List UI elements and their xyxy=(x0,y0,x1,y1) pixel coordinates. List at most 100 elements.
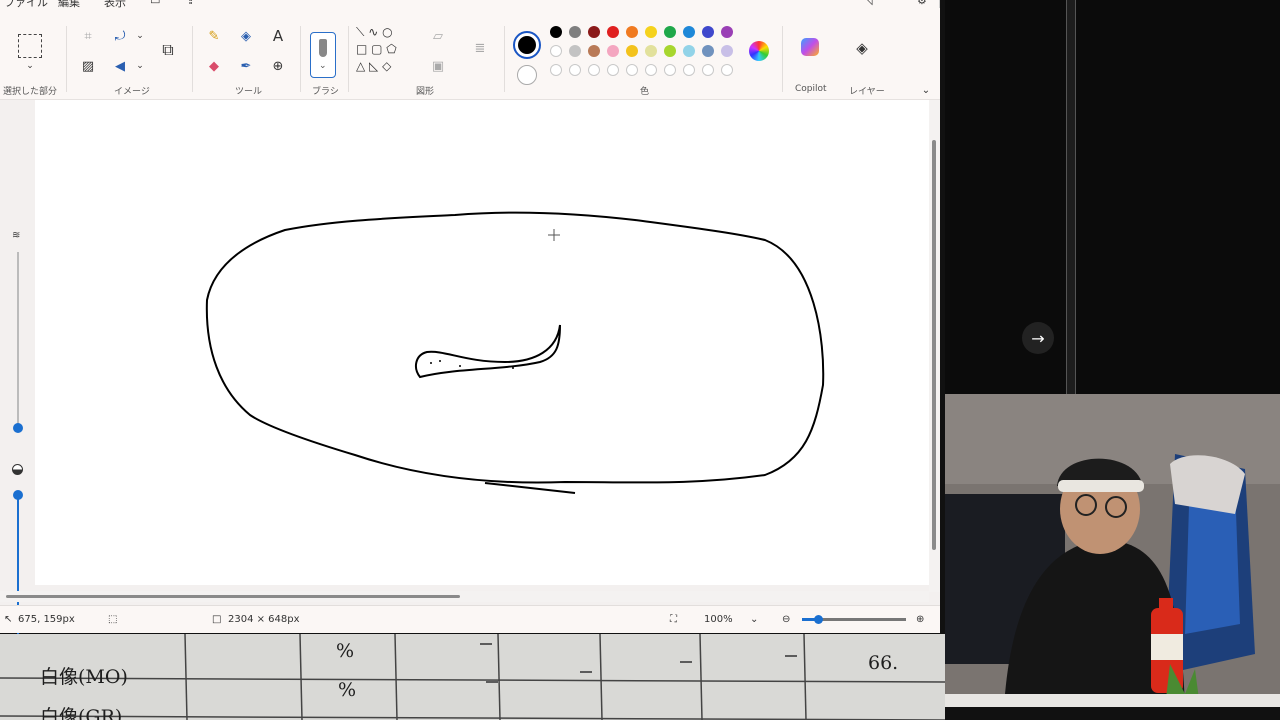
color-swatch[interactable] xyxy=(702,26,714,38)
edit-colors-icon[interactable] xyxy=(749,41,769,61)
color-swatch[interactable] xyxy=(607,26,619,38)
paper-row-label: 白像(MO) xyxy=(40,666,128,688)
color-swatch[interactable] xyxy=(569,45,581,57)
color-swatch[interactable] xyxy=(683,45,695,57)
zoom-slider-knob[interactable] xyxy=(814,615,823,624)
color-swatch[interactable] xyxy=(645,26,657,38)
color-swatch[interactable] xyxy=(626,26,638,38)
group-label-shapes: 図形 xyxy=(416,87,435,97)
eraser-icon[interactable]: ◆ xyxy=(204,56,224,76)
vertical-scrollbar[interactable] xyxy=(929,100,940,592)
size-slider-track xyxy=(17,252,19,426)
shapes-gallery[interactable]: ⟍ ∿ ○ □ ▢ ⬠ △ ◺ ◇ xyxy=(356,24,412,88)
selection-size-icon: ⬚ xyxy=(108,614,118,625)
layers-icon[interactable]: ◈ xyxy=(852,38,872,58)
shape-fill-icon[interactable]: ▣ xyxy=(428,56,448,76)
color-swatch[interactable] xyxy=(721,26,733,38)
color-swatch[interactable] xyxy=(607,45,619,57)
menu-bar: ファイル 編集 表示 ▭ ⇪ ◹ ⚙ xyxy=(0,0,940,9)
size-icon: ≋ xyxy=(12,230,21,241)
canvas-size-icon: □ xyxy=(212,614,222,625)
fit-to-window-icon[interactable]: ⛶ xyxy=(670,614,677,625)
opacity-icon xyxy=(12,464,23,475)
crosshair-cursor-icon xyxy=(548,229,560,241)
paper-row-label: 白像(GR) xyxy=(40,706,123,720)
paper-value: 66. xyxy=(868,652,899,674)
custom-color-slot[interactable] xyxy=(607,64,619,76)
divider xyxy=(504,26,505,92)
color-swatch[interactable] xyxy=(702,45,714,57)
title-icon[interactable]: ◹ xyxy=(864,0,872,7)
zoom-in-icon[interactable]: ⊕ xyxy=(916,614,924,625)
custom-color-slot[interactable] xyxy=(702,64,714,76)
settings-icon[interactable]: ⚙ xyxy=(917,0,927,7)
custom-color-slot[interactable] xyxy=(721,64,733,76)
flip-chevron-icon[interactable]: ⌄ xyxy=(130,56,150,76)
color-swatch[interactable] xyxy=(645,45,657,57)
vertical-scroll-thumb[interactable] xyxy=(932,140,936,550)
group-label-layers: レイヤー xyxy=(849,87,885,97)
color-swatch[interactable] xyxy=(588,26,600,38)
color-picker-icon[interactable]: ✒ xyxy=(236,56,256,76)
drawing xyxy=(205,211,825,494)
drawing-canvas[interactable] xyxy=(35,100,930,585)
color-swatch[interactable] xyxy=(683,26,695,38)
copilot-icon[interactable] xyxy=(801,38,819,56)
group-label-selection: 選択した部分 xyxy=(3,87,58,97)
chevron-down-icon[interactable]: ⌄ xyxy=(20,56,40,76)
custom-color-slot[interactable] xyxy=(683,64,695,76)
custom-color-slot[interactable] xyxy=(626,64,638,76)
chevron-down-icon: ⌄ xyxy=(319,61,327,71)
zoom-chevron-icon[interactable]: ⌄ xyxy=(750,614,758,625)
resize-icon[interactable]: ⧉ xyxy=(158,40,178,60)
color-swatch[interactable] xyxy=(550,45,562,57)
custom-color-slot[interactable] xyxy=(664,64,676,76)
shape-row: □ ▢ ⬠ xyxy=(356,42,397,56)
color-swatch[interactable] xyxy=(626,45,638,57)
flip-icon[interactable]: ◀ xyxy=(110,56,130,76)
dot xyxy=(512,367,514,369)
remove-background-icon[interactable]: ▨ xyxy=(78,56,98,76)
save-icon[interactable]: ▭ xyxy=(150,0,160,7)
custom-color-slot[interactable] xyxy=(645,64,657,76)
secondary-color[interactable] xyxy=(517,65,537,85)
paper-document: 白像(MO) 白像(GR) % % 66. xyxy=(0,634,945,720)
pointer-icon: ↖ xyxy=(4,614,13,625)
select-tool-icon[interactable] xyxy=(18,34,42,58)
color-swatch[interactable] xyxy=(664,45,676,57)
color-swatch[interactable] xyxy=(588,45,600,57)
color-swatch[interactable] xyxy=(550,26,562,38)
color-swatch[interactable] xyxy=(721,45,733,57)
custom-color-slot[interactable] xyxy=(569,64,581,76)
pencil-icon[interactable]: ✎ xyxy=(204,26,224,46)
size-slider-knob[interactable] xyxy=(13,423,23,433)
primary-color[interactable] xyxy=(513,31,541,59)
zoom-select[interactable]: 100% xyxy=(704,614,733,625)
brush-icon xyxy=(319,39,327,57)
group-label-brushes: ブラシ xyxy=(312,87,339,97)
fill-icon[interactable]: ◈ xyxy=(236,26,256,46)
share-icon[interactable]: ⇪ xyxy=(186,0,195,7)
outline-icon[interactable]: ▱ xyxy=(428,26,448,46)
horizontal-scroll-thumb[interactable] xyxy=(6,595,460,598)
video-panel xyxy=(945,0,1280,394)
text-icon[interactable]: A xyxy=(268,26,288,46)
brush-button[interactable]: ⌄ xyxy=(310,32,336,78)
divider xyxy=(66,26,67,92)
custom-color-slot[interactable] xyxy=(588,64,600,76)
zoom-slider[interactable] xyxy=(802,615,906,624)
ribbon-collapse-icon[interactable]: ⌄ xyxy=(916,80,936,100)
rotate-chevron-icon[interactable]: ⌄ xyxy=(130,26,150,46)
magnifier-icon[interactable]: ⊕ xyxy=(268,56,288,76)
shape-more-icon[interactable]: ≣ xyxy=(470,38,490,58)
color-swatch[interactable] xyxy=(664,26,676,38)
custom-color-slot[interactable] xyxy=(550,64,562,76)
horizontal-scrollbar[interactable] xyxy=(0,591,929,602)
color-swatch[interactable] xyxy=(569,26,581,38)
zoom-out-icon[interactable]: ⊖ xyxy=(782,614,790,625)
next-arrow-button[interactable]: → xyxy=(1022,322,1054,354)
rotate-icon[interactable]: ⤾ xyxy=(110,26,130,46)
overlap-stroke xyxy=(484,482,576,494)
crop-icon[interactable]: ⌗ xyxy=(78,26,98,46)
inner-shape xyxy=(414,324,561,379)
